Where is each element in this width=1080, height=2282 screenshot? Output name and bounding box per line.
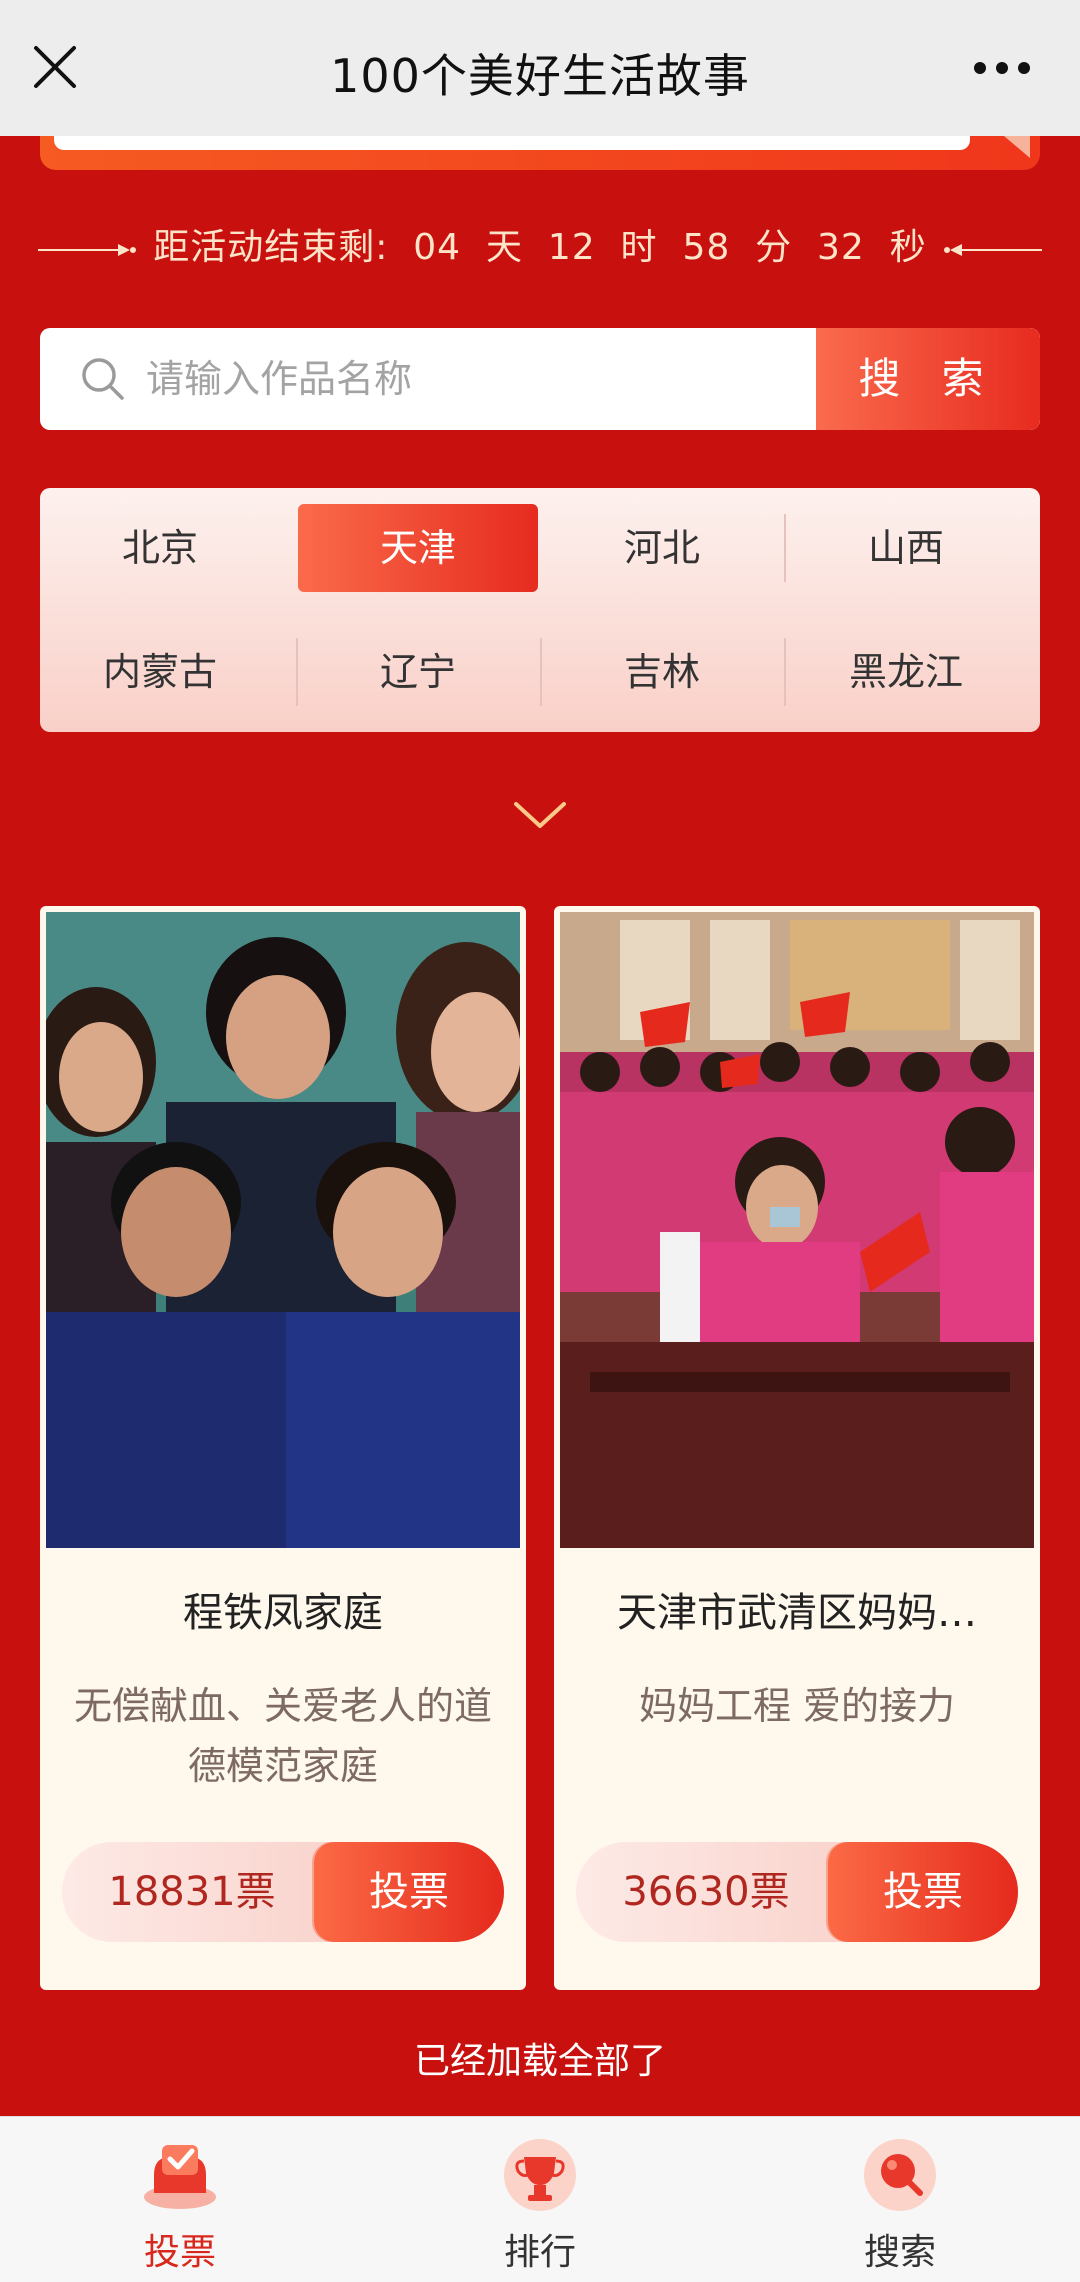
card-title: 程铁凤家庭	[183, 1590, 383, 1636]
search-icon	[864, 2139, 936, 2211]
region-tab-neimenggu[interactable]: 内蒙古	[40, 628, 280, 716]
vote-count: 18831票	[108, 1869, 276, 1915]
family-photo	[46, 912, 520, 1548]
top-nav-bar: 100个美好生活故事	[0, 0, 1080, 136]
more-icon[interactable]	[972, 60, 1032, 76]
region-tab-shanxi[interactable]: 山西	[786, 504, 1026, 592]
card-description: 妈妈工程 爱的接力	[638, 1684, 956, 1728]
page-title: 100个美好生活故事	[330, 49, 750, 103]
all-loaded-text: 已经加载全部了	[413, 2041, 666, 2082]
story-card[interactable]: 程铁凤家庭 无偿献血、关爱老人的道德模范家庭 18831票 投票	[40, 906, 526, 1990]
vote-count: 36630票	[622, 1869, 790, 1915]
banner-inner	[54, 136, 970, 150]
search-icon	[82, 358, 124, 400]
tab-search[interactable]: 搜索	[720, 2117, 1080, 2282]
vote-icon	[144, 2145, 216, 2209]
vote-bar: 36630票 投票	[576, 1842, 1018, 1942]
divider	[296, 638, 298, 706]
region-tab-tianjin[interactable]: 天津	[298, 504, 538, 592]
region-tab-hebei[interactable]: 河北	[542, 504, 782, 592]
banner-arrow	[1004, 136, 1030, 158]
card-description: 无偿献血、关爱老人的道德模范家庭	[73, 1684, 492, 1788]
tab-ranking[interactable]: 排行	[360, 2117, 720, 2282]
region-tab-beijing[interactable]: 北京	[40, 504, 280, 592]
divider	[540, 638, 542, 706]
vote-bar: 18831票 投票	[62, 1842, 504, 1942]
region-tab-jilin[interactable]: 吉林	[542, 628, 782, 716]
region-tab-liaoning[interactable]: 辽宁	[298, 628, 538, 716]
vote-button[interactable]: 投票	[828, 1842, 1018, 1942]
search-bar: 搜 索	[40, 328, 1040, 430]
arrow-decoration-icon	[944, 244, 1042, 256]
search-input[interactable]	[146, 328, 846, 430]
bottom-tab-bar: 投票 排行 搜索	[0, 2116, 1080, 2282]
card-title: 天津市武清区妈妈…	[617, 1590, 977, 1636]
divider	[784, 514, 786, 582]
tab-label: 排行	[503, 2232, 576, 2273]
story-card[interactable]: 天津市武清区妈妈… 妈妈工程 爱的接力 36630票 投票	[554, 906, 1040, 1990]
vote-button[interactable]: 投票	[314, 1842, 504, 1942]
region-tab-heilongjiang[interactable]: 黑龙江	[786, 628, 1026, 716]
tab-label: 投票	[143, 2232, 216, 2273]
tab-label: 搜索	[863, 2232, 936, 2273]
event-photo	[560, 912, 1034, 1548]
countdown-timer: 距活动结束剩: 04 天 12 时 58 分 32 秒	[0, 218, 1080, 278]
tab-vote[interactable]: 投票	[0, 2117, 360, 2282]
expand-chevron-icon[interactable]	[512, 800, 568, 832]
divider	[784, 638, 786, 706]
top-banner-edge	[40, 136, 1040, 170]
countdown-text: 距活动结束剩: 04 天 12 时 58 分 32 秒	[153, 227, 927, 268]
trophy-icon	[504, 2139, 576, 2211]
region-selector: 北京 天津 河北 山西 内蒙古 辽宁 吉林 黑龙江	[40, 488, 1040, 732]
search-button[interactable]: 搜 索	[816, 328, 1040, 430]
